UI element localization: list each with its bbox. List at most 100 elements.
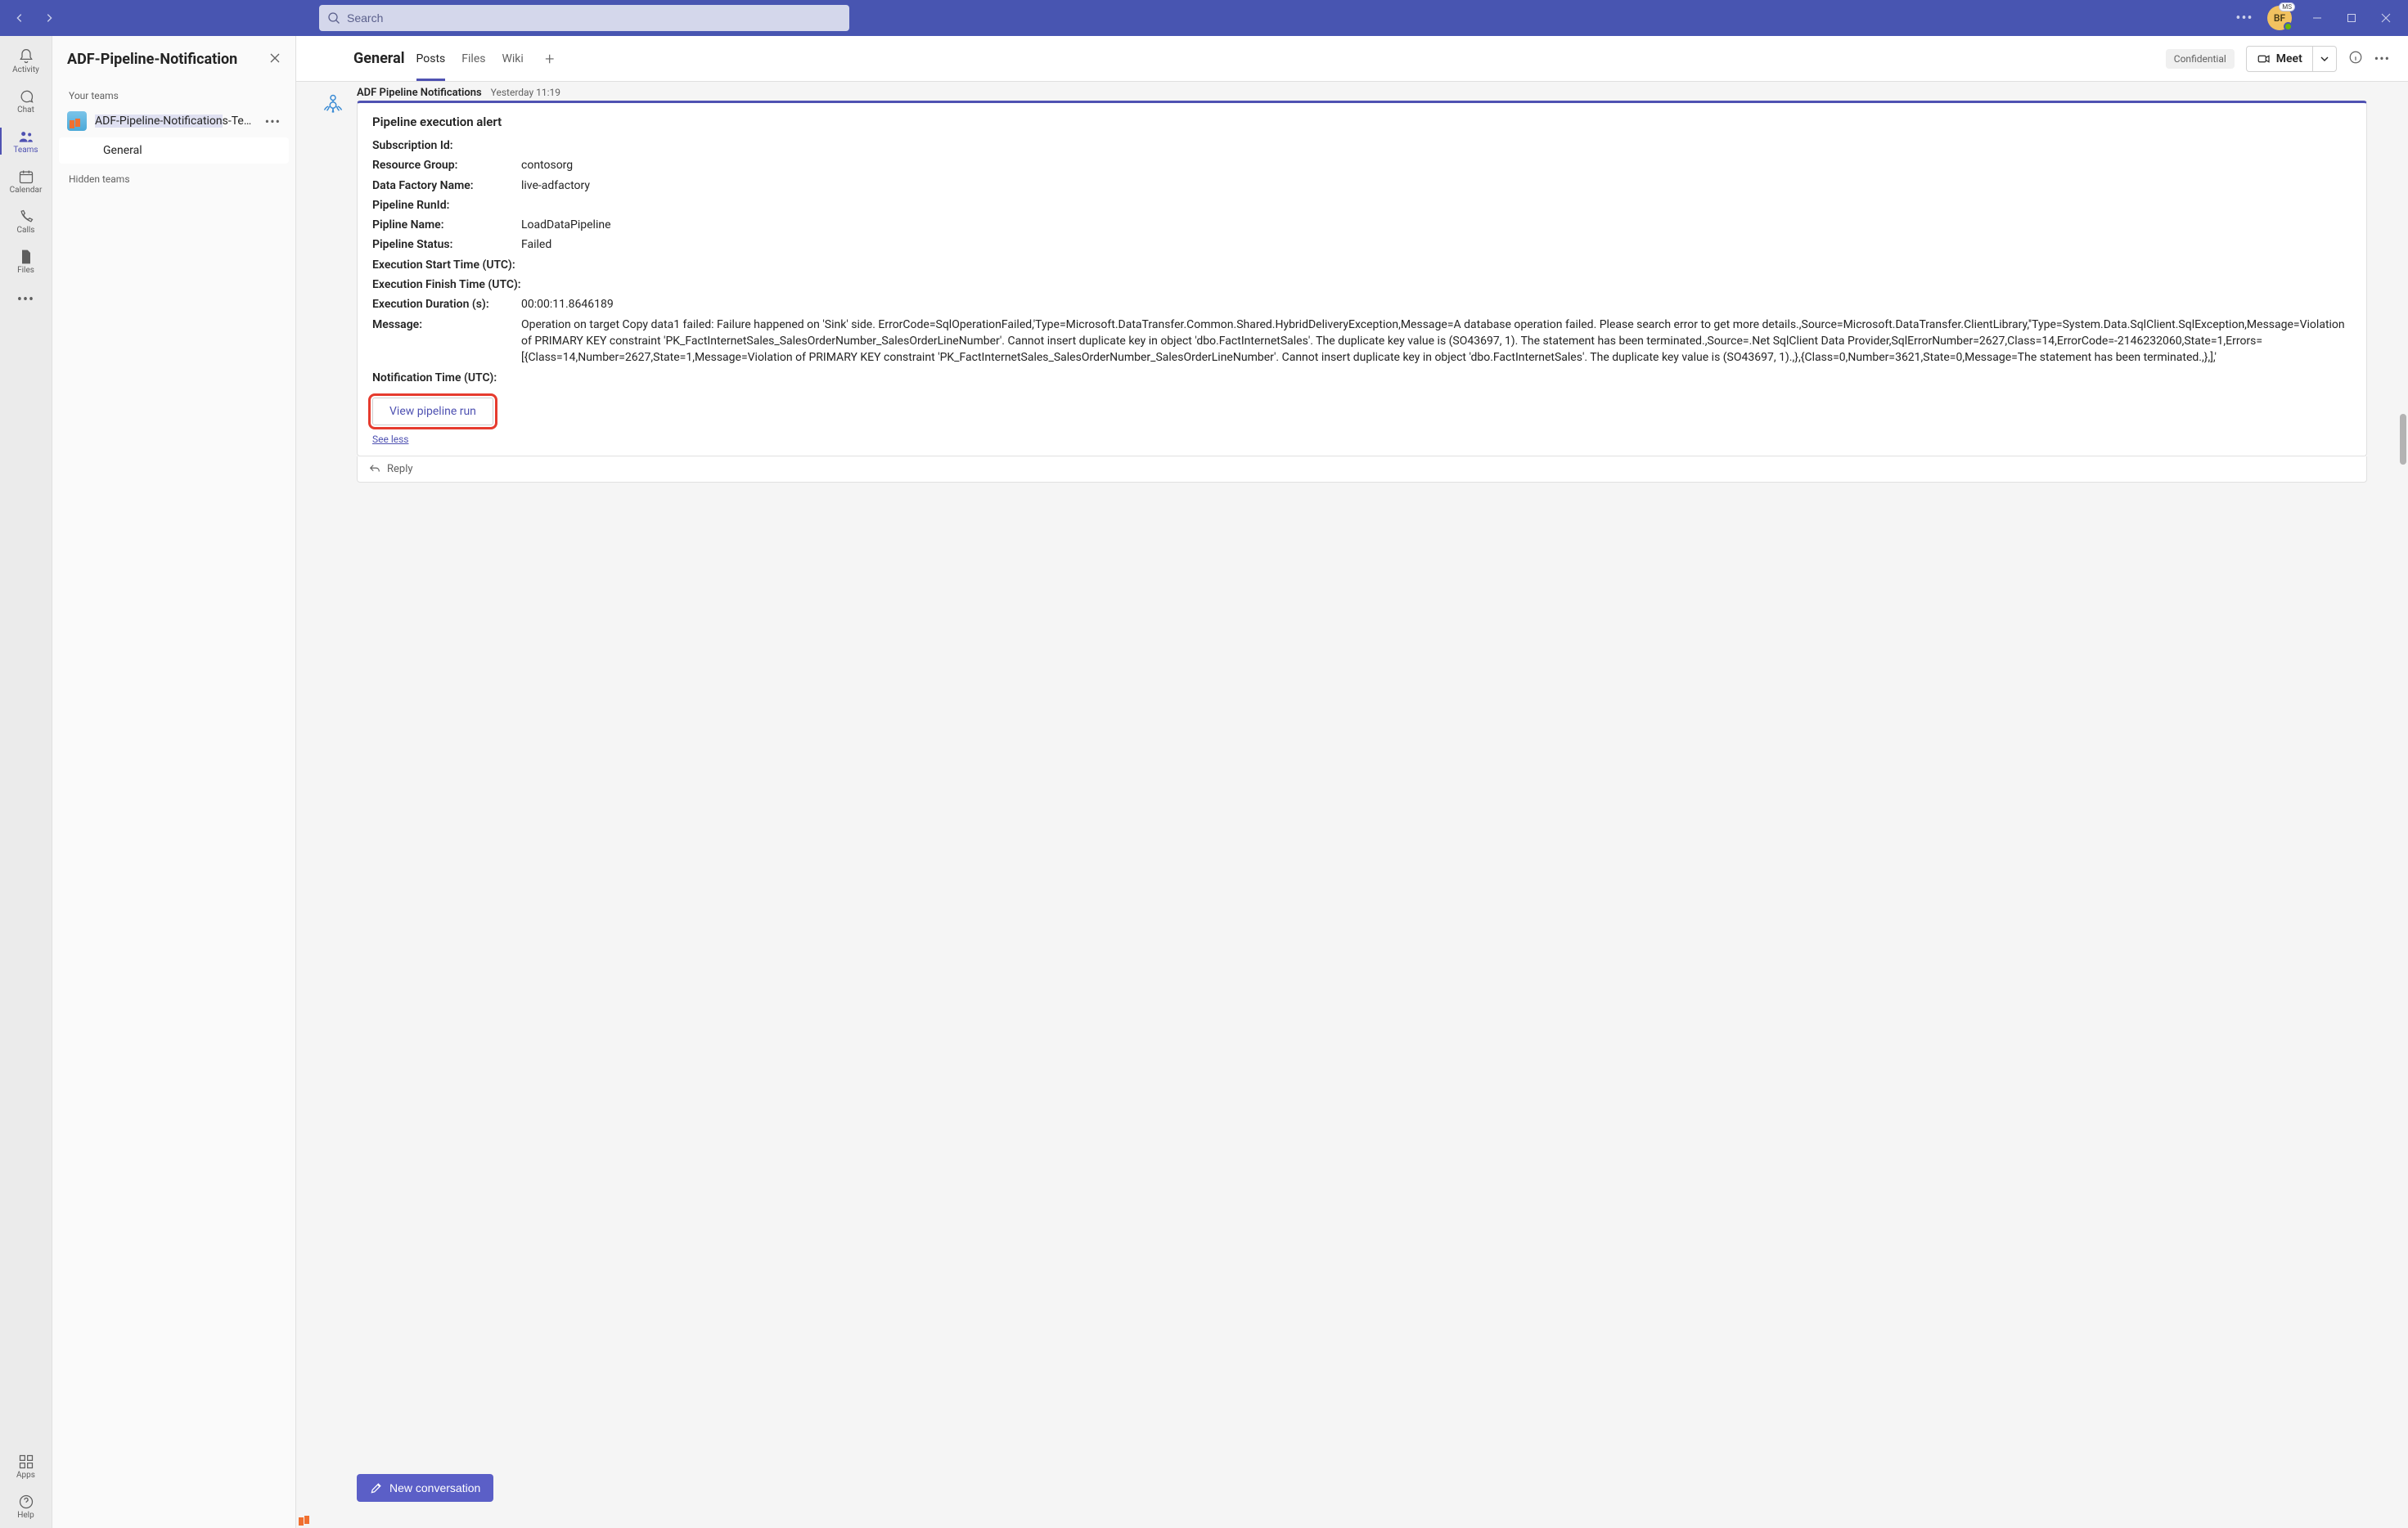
field-key: Pipeline Status: [372, 236, 521, 253]
settings-more-button[interactable]: ••• [2233, 10, 2256, 27]
meet-button[interactable]: Meet [2247, 47, 2313, 71]
card-field: Execution Start Time (UTC): [372, 257, 2352, 273]
rail-more-button[interactable]: ••• [17, 283, 34, 317]
channel-general[interactable]: General [59, 137, 289, 164]
message-timestamp: Yesterday 11:19 [491, 87, 560, 98]
add-tab-button[interactable]: + [540, 49, 560, 69]
reply-button[interactable]: Reply [357, 456, 2367, 483]
rail-activity[interactable]: Activity [0, 43, 52, 83]
card-field: Execution Finish Time (UTC): [372, 276, 2352, 293]
team-tile-icon [67, 111, 87, 131]
scrollbar-thumb[interactable] [2400, 414, 2406, 465]
field-value: live-adfactory [521, 178, 2352, 194]
rail-help[interactable]: Help [0, 1488, 52, 1528]
nav-back-button[interactable] [8, 7, 31, 29]
calendar-icon [0, 168, 52, 186]
card-field: Pipeline RunId: [372, 197, 2352, 213]
tab-wiki[interactable]: Wiki [502, 36, 523, 81]
field-key: Notification Time (UTC): [372, 370, 521, 386]
confidential-badge: Confidential [2166, 49, 2235, 69]
window-close-button[interactable] [2372, 7, 2400, 29]
channel-header: General Posts Files Wiki + Confidential … [296, 36, 2408, 82]
card-field: Execution Duration (s):00:00:11.8646189 [372, 296, 2352, 312]
card-field: Message:Operation on target Copy data1 f… [372, 317, 2352, 366]
team-name: ADF-Pipeline-Notifications-Tea... [95, 115, 257, 128]
chat-icon [0, 88, 52, 106]
search-box[interactable] [319, 5, 849, 31]
rail-label: Files [0, 266, 52, 275]
field-key: Data Factory Name: [372, 178, 521, 194]
avatar-initials: BF [2274, 12, 2285, 24]
view-pipeline-run-button[interactable]: View pipeline run [372, 398, 493, 425]
file-icon [0, 248, 52, 266]
compose-icon [370, 1481, 383, 1494]
nav-forward-button[interactable] [38, 7, 61, 29]
card-field: Pipeline Status:Failed [372, 236, 2352, 253]
video-icon [2257, 52, 2271, 66]
card-field: Notification Time (UTC): [372, 370, 2352, 386]
reply-label: Reply [387, 463, 413, 475]
meet-label: Meet [2276, 52, 2302, 65]
channel-tile-icon [314, 45, 342, 73]
rail-label: Help [0, 1511, 52, 1520]
new-conversation-button[interactable]: New conversation [357, 1474, 493, 1502]
profile-avatar[interactable]: BF MS [2267, 6, 2292, 30]
field-value [521, 370, 2352, 386]
phone-icon [0, 208, 52, 226]
presence-available-icon [2284, 22, 2293, 31]
field-key: Subscription Id: [372, 137, 521, 154]
field-value [521, 137, 2352, 154]
field-value: Operation on target Copy data1 failed: F… [521, 317, 2352, 366]
rail-calls[interactable]: Calls [0, 203, 52, 243]
card-field: Subscription Id: [372, 137, 2352, 154]
card-title: Pipeline execution alert [372, 115, 2352, 129]
window-maximize-button[interactable] [2338, 7, 2365, 29]
side-pane-title: ADF-Pipeline-Notification [67, 51, 237, 68]
channel-info-button[interactable] [2348, 50, 2363, 68]
field-value: 00:00:11.8646189 [521, 296, 2352, 312]
rail-calendar[interactable]: Calendar [0, 163, 52, 203]
compose-area: New conversation [296, 1458, 2408, 1528]
message: ADF Pipeline Notifications Yesterday 11:… [319, 87, 2367, 483]
field-key: Execution Finish Time (UTC): [372, 276, 521, 293]
meet-dropdown-button[interactable] [2313, 47, 2336, 71]
card-field: Resource Group:contosorg [372, 157, 2352, 173]
reply-icon [369, 463, 380, 474]
see-less-link[interactable]: See less [372, 434, 409, 445]
team-more-button[interactable]: ••• [265, 114, 281, 129]
message-sender: ADF Pipeline Notifications [357, 87, 482, 99]
bot-avatar-icon [319, 90, 347, 118]
compose-label: New conversation [389, 1481, 480, 1494]
search-icon [327, 11, 340, 25]
main-content: General Posts Files Wiki + Confidential … [296, 36, 2408, 1528]
rail-chat[interactable]: Chat [0, 83, 52, 123]
rail-label: Calls [0, 226, 52, 235]
side-close-button[interactable] [269, 52, 281, 67]
search-input[interactable] [347, 11, 841, 25]
tab-files[interactable]: Files [461, 36, 485, 81]
field-key: Resource Group: [372, 157, 521, 173]
avatar-org-badge: MS [2279, 2, 2295, 11]
rail-label: Teams [0, 146, 52, 155]
rail-files[interactable]: Files [0, 243, 52, 283]
meet-split-button: Meet [2246, 46, 2337, 72]
channel-more-button[interactable]: ••• [2374, 51, 2390, 66]
field-key: Pipline Name: [372, 217, 521, 233]
tab-posts[interactable]: Posts [416, 36, 446, 81]
team-row[interactable]: ADF-Pipeline-Notifications-Tea... ••• [52, 106, 295, 136]
field-value: Failed [521, 236, 2352, 253]
conversation-scroll[interactable]: ADF Pipeline Notifications Yesterday 11:… [296, 82, 2408, 1458]
teams-icon [0, 128, 52, 146]
field-key: Execution Start Time (UTC): [372, 257, 521, 273]
title-bar: ••• BF MS [0, 0, 2408, 36]
rail-apps[interactable]: Apps [0, 1448, 52, 1488]
hidden-teams-label[interactable]: Hidden teams [52, 165, 295, 190]
channel-tabs: Posts Files Wiki + [416, 36, 560, 81]
rail-teams[interactable]: Teams [0, 123, 52, 163]
bell-icon [0, 47, 52, 65]
rail-label: Activity [0, 65, 52, 74]
field-key: Execution Duration (s): [372, 296, 521, 312]
field-value [521, 257, 2352, 273]
window-minimize-button[interactable] [2303, 7, 2331, 29]
app-rail: Activity Chat Teams Calendar Calls Files… [0, 36, 52, 1528]
